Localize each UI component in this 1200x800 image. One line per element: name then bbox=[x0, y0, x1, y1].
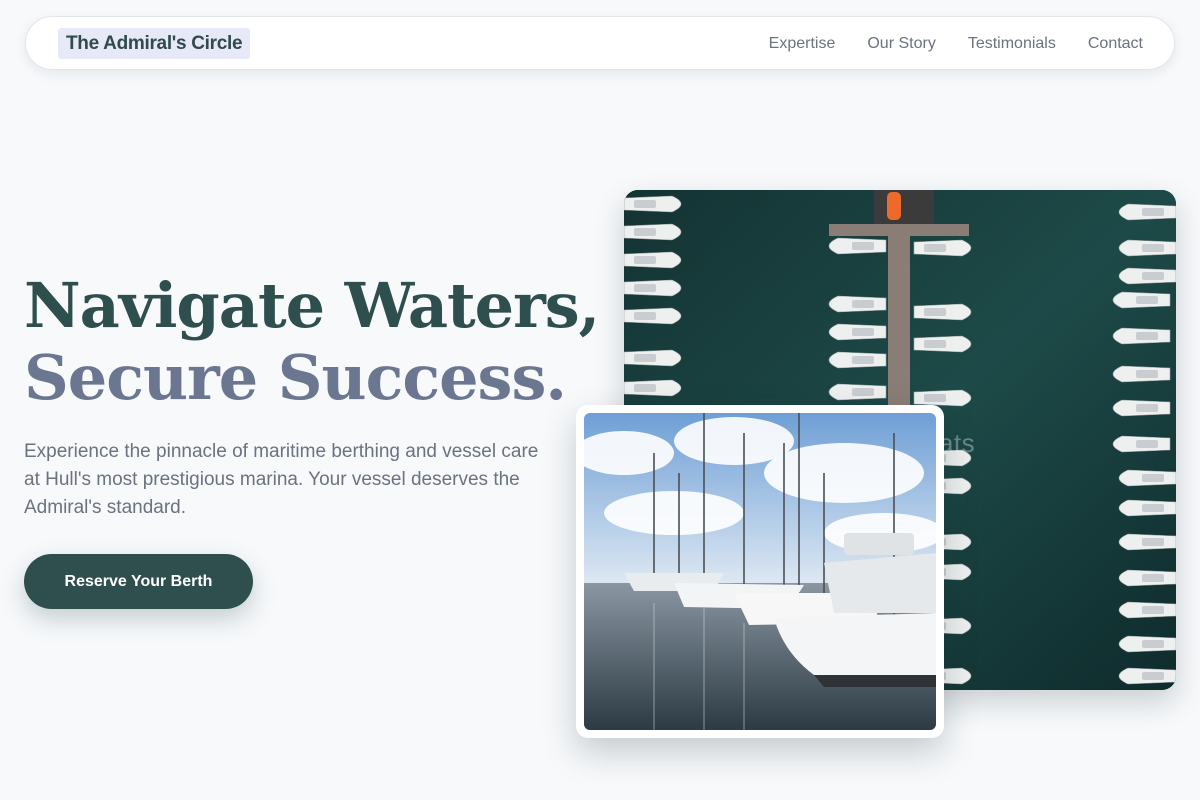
brand-logo[interactable]: The Admiral's Circle bbox=[58, 28, 251, 59]
nav-links: Expertise Our Story Testimonials Contact bbox=[769, 17, 1143, 71]
hero-headline: Navigate Waters, Secure Success. bbox=[24, 269, 600, 414]
nav-link-contact[interactable]: Contact bbox=[1088, 35, 1143, 53]
harbor-yachts-photo bbox=[576, 405, 944, 738]
hero-headline-line-1: Navigate Waters, bbox=[24, 269, 600, 342]
nav-link-our-story[interactable]: Our Story bbox=[867, 35, 935, 53]
nav-link-expertise[interactable]: Expertise bbox=[769, 35, 836, 53]
reserve-berth-button[interactable]: Reserve Your Berth bbox=[24, 554, 253, 609]
harbor-photo-inner bbox=[584, 413, 936, 730]
right-moored-boats bbox=[1112, 203, 1176, 685]
left-moored-boats bbox=[624, 195, 682, 429]
top-navigation: The Admiral's Circle Expertise Our Story… bbox=[25, 16, 1175, 70]
hero-headline-line-2: Secure Success. bbox=[24, 341, 567, 414]
nav-link-testimonials[interactable]: Testimonials bbox=[968, 35, 1056, 53]
harbor-yachts-illustration bbox=[584, 413, 936, 730]
hero-description: Experience the pinnacle of maritime bert… bbox=[24, 441, 539, 518]
